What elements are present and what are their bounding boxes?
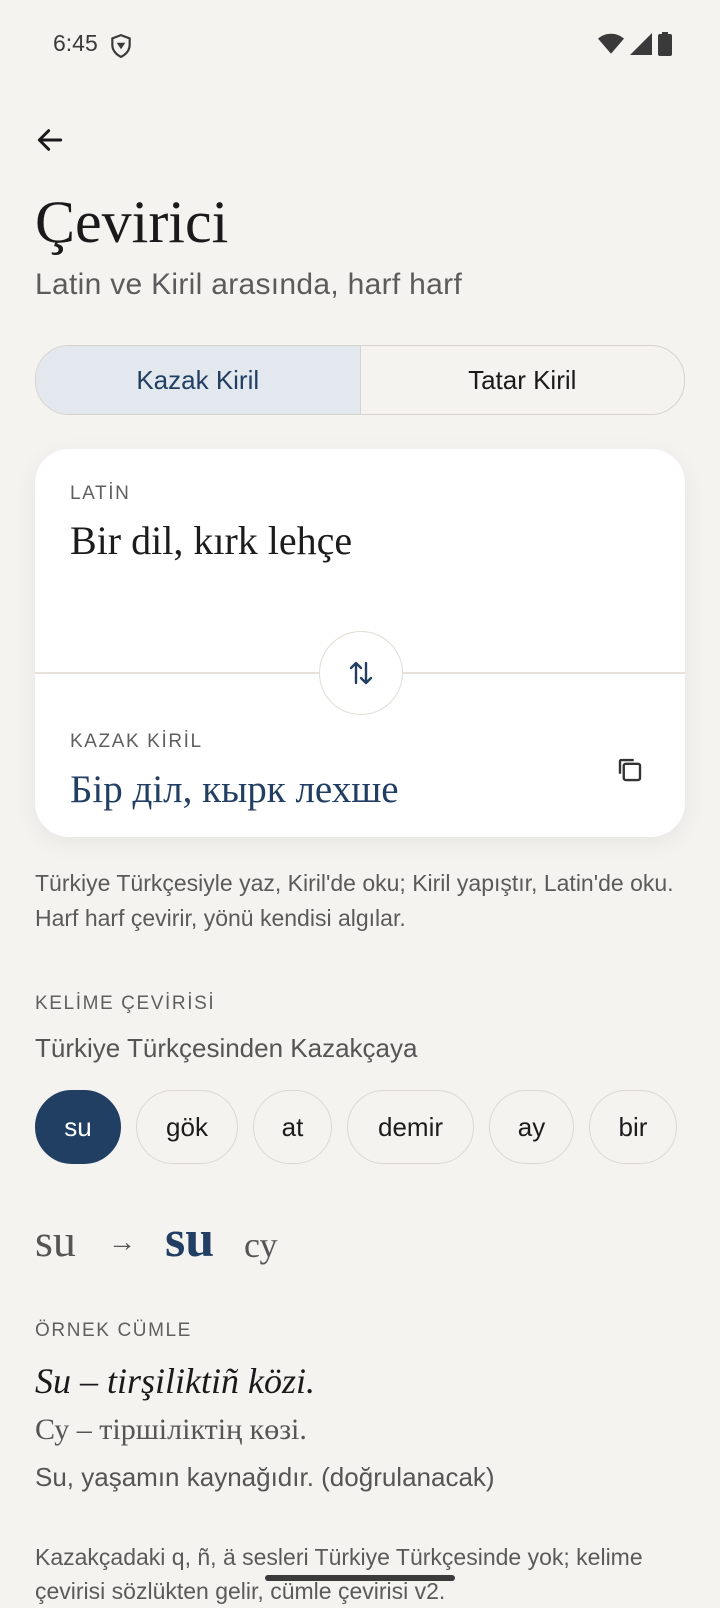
copy-button[interactable] — [615, 755, 649, 789]
status-icons — [598, 32, 672, 56]
shield-icon — [108, 33, 134, 59]
example-label: ÖRNEK CÜMLE — [35, 1320, 192, 1341]
wifi-icon — [598, 33, 624, 54]
converter-card: LATİN Bir dil, kırk lehçe KAZAK KİRİL Бі… — [35, 449, 685, 837]
status-time: 6:45 — [53, 30, 98, 56]
word-section-label: KELİME ÇEVİRİSİ — [35, 993, 216, 1014]
result-target-word: su — [165, 1211, 215, 1268]
source-input[interactable]: Bir dil, kırk lehçe — [70, 517, 352, 564]
word-chip[interactable]: su — [35, 1090, 121, 1164]
word-chip[interactable]: at — [253, 1090, 332, 1164]
battery-icon — [658, 32, 672, 56]
back-button[interactable] — [30, 120, 70, 160]
word-chip[interactable]: demir — [347, 1090, 474, 1164]
target-output: Бір діл, кырк лехше — [70, 768, 399, 811]
result-kiril-word: су — [244, 1225, 278, 1265]
word-section-subtitle: Türkiye Türkçesinden Kazakçaya — [35, 1033, 418, 1063]
example-latin: Su – tirşiliktiñ közi. — [35, 1361, 316, 1401]
word-chip[interactable]: gök — [136, 1090, 238, 1164]
source-label: LATİN — [70, 483, 131, 504]
arrow-left-icon — [37, 129, 63, 151]
swap-button[interactable] — [319, 631, 403, 715]
word-chips: su gök at demir ay bir — [35, 1090, 677, 1164]
signal-icon — [630, 33, 652, 55]
tab-tatar-kiril[interactable]: Tatar Kiril — [361, 346, 685, 414]
target-label: KAZAK KİRİL — [70, 731, 203, 752]
page-title: Çevirici — [35, 189, 229, 255]
footnote: Kazakçadaki q, ñ, ä sesleri Türkiye Türk… — [35, 1544, 643, 1604]
copy-icon — [618, 758, 642, 782]
home-indicator[interactable] — [265, 1575, 455, 1581]
example-turkish: Su, yaşamın kaynağıdır. (doğrulanacak) — [35, 1462, 495, 1492]
word-chip[interactable]: bir — [589, 1090, 677, 1164]
tab-kazak-kiril[interactable]: Kazak Kiril — [36, 346, 361, 414]
swap-vertical-icon — [349, 661, 373, 685]
example-kiril: Су – тіршіліктің көзі. — [35, 1413, 307, 1446]
script-selector: Kazak Kiril Tatar Kiril — [35, 345, 685, 415]
page-subtitle: Latin ve Kiril arasında, harf harf — [35, 268, 463, 301]
word-chip[interactable]: ay — [489, 1090, 574, 1164]
arrow-right-icon: → — [108, 1226, 136, 1257]
help-text: Türkiye Türkçesiyle yaz, Kiril'de oku; K… — [35, 870, 674, 931]
result-source-word: su — [35, 1215, 76, 1266]
